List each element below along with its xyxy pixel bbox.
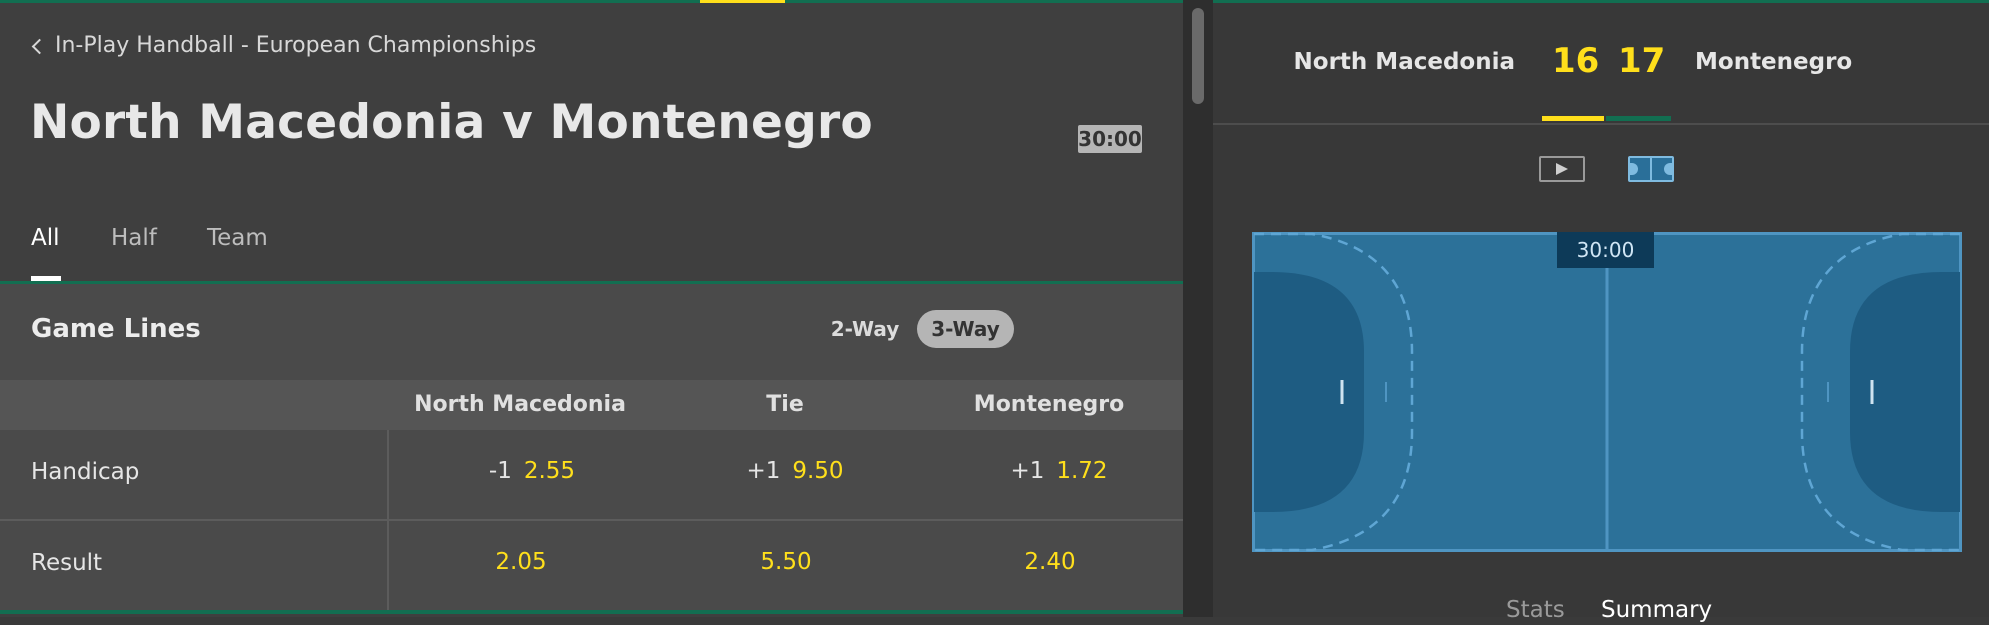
row-divider [387, 521, 389, 610]
handball-court: 30:00 [1252, 232, 1962, 552]
tab-half[interactable]: Half [111, 225, 157, 251]
court-icon-left-zone [1630, 163, 1638, 175]
scrollbar[interactable] [1183, 0, 1213, 617]
chevron-left-icon [31, 38, 48, 54]
court-drawing [1252, 232, 1962, 552]
tab-summary[interactable]: Summary [1601, 597, 1712, 623]
odds-button[interactable]: +1 1.72 [1010, 458, 1107, 484]
away-score: 17 [1618, 41, 1666, 81]
active-tab-underline [31, 276, 61, 281]
odds-value: 2.55 [523, 458, 576, 484]
row-divider [387, 430, 389, 519]
view-switcher [1213, 153, 1989, 183]
odds-button[interactable]: 2.05 [495, 549, 546, 575]
row-label: Handicap [31, 459, 140, 485]
home-score: 16 [1552, 41, 1600, 81]
scrollbar-thumb[interactable] [1192, 8, 1204, 104]
odds-button[interactable]: 2.40 [1024, 549, 1075, 575]
section-title: Game Lines [31, 314, 201, 344]
odds-value: 2.40 [1024, 549, 1076, 575]
column-header-away: Montenegro [973, 392, 1125, 417]
home-team-color-bar [1542, 116, 1604, 121]
info-tabs: Stats Summary [1213, 595, 1989, 625]
column-header-home: North Macedonia [414, 392, 626, 417]
home-team-name: North Macedonia [1293, 49, 1515, 75]
odds-value: 2.05 [495, 549, 547, 575]
away-team-name: Montenegro [1695, 49, 1853, 75]
column-header-tie: Tie [766, 392, 804, 417]
odds-value: 5.50 [760, 549, 812, 575]
court-icon-midline [1650, 158, 1652, 180]
market-panel: In-Play Handball - European Championship… [0, 3, 1183, 617]
column-header-row: North Macedonia Tie Montenegro [0, 380, 1183, 430]
match-tracker-panel: North Macedonia 16 17 Montenegro 30:00 S… [1213, 3, 1989, 623]
three-way-toggle[interactable]: 3-Way [917, 310, 1014, 348]
court-icon[interactable] [1628, 156, 1674, 182]
odds-button[interactable]: 5.50 [760, 549, 811, 575]
odds-button[interactable]: +1 9.50 [746, 458, 843, 484]
section-bottom-border [0, 610, 1183, 614]
handicap-line: +1 [1010, 458, 1045, 484]
page-title: North Macedonia v Montenegro [30, 95, 873, 150]
two-way-toggle[interactable]: 2-Way [820, 310, 910, 348]
row-label: Result [31, 550, 103, 576]
video-icon[interactable] [1539, 156, 1585, 182]
handicap-line: +1 [746, 458, 781, 484]
game-lines-header: Game Lines 2-Way 3-Way [0, 284, 1183, 380]
tab-stats[interactable]: Stats [1506, 597, 1565, 623]
table-row: Result 2.05 5.50 2.40 [0, 521, 1183, 612]
odds-value: 1.72 [1056, 458, 1108, 484]
away-team-color-bar [1606, 116, 1671, 121]
match-clock-badge: 30:00 [1078, 125, 1142, 153]
market-tabs: All Half Team [0, 213, 1183, 284]
court-clock: 30:00 [1557, 232, 1654, 268]
tab-team[interactable]: Team [207, 225, 268, 251]
tab-all[interactable]: All [31, 225, 60, 251]
odds-value: 9.50 [792, 458, 844, 484]
breadcrumb-label: In-Play Handball - European Championship… [55, 33, 537, 58]
odds-button[interactable]: -1 2.55 [489, 458, 575, 484]
table-row: Handicap -1 2.55 +1 9.50 +1 1.72 [0, 430, 1183, 521]
breadcrumb[interactable]: In-Play Handball - European Championship… [30, 33, 536, 58]
handicap-line: -1 [488, 458, 512, 484]
court-icon-right-zone [1664, 163, 1672, 175]
scoreboard: North Macedonia 16 17 Montenegro [1213, 3, 1989, 125]
